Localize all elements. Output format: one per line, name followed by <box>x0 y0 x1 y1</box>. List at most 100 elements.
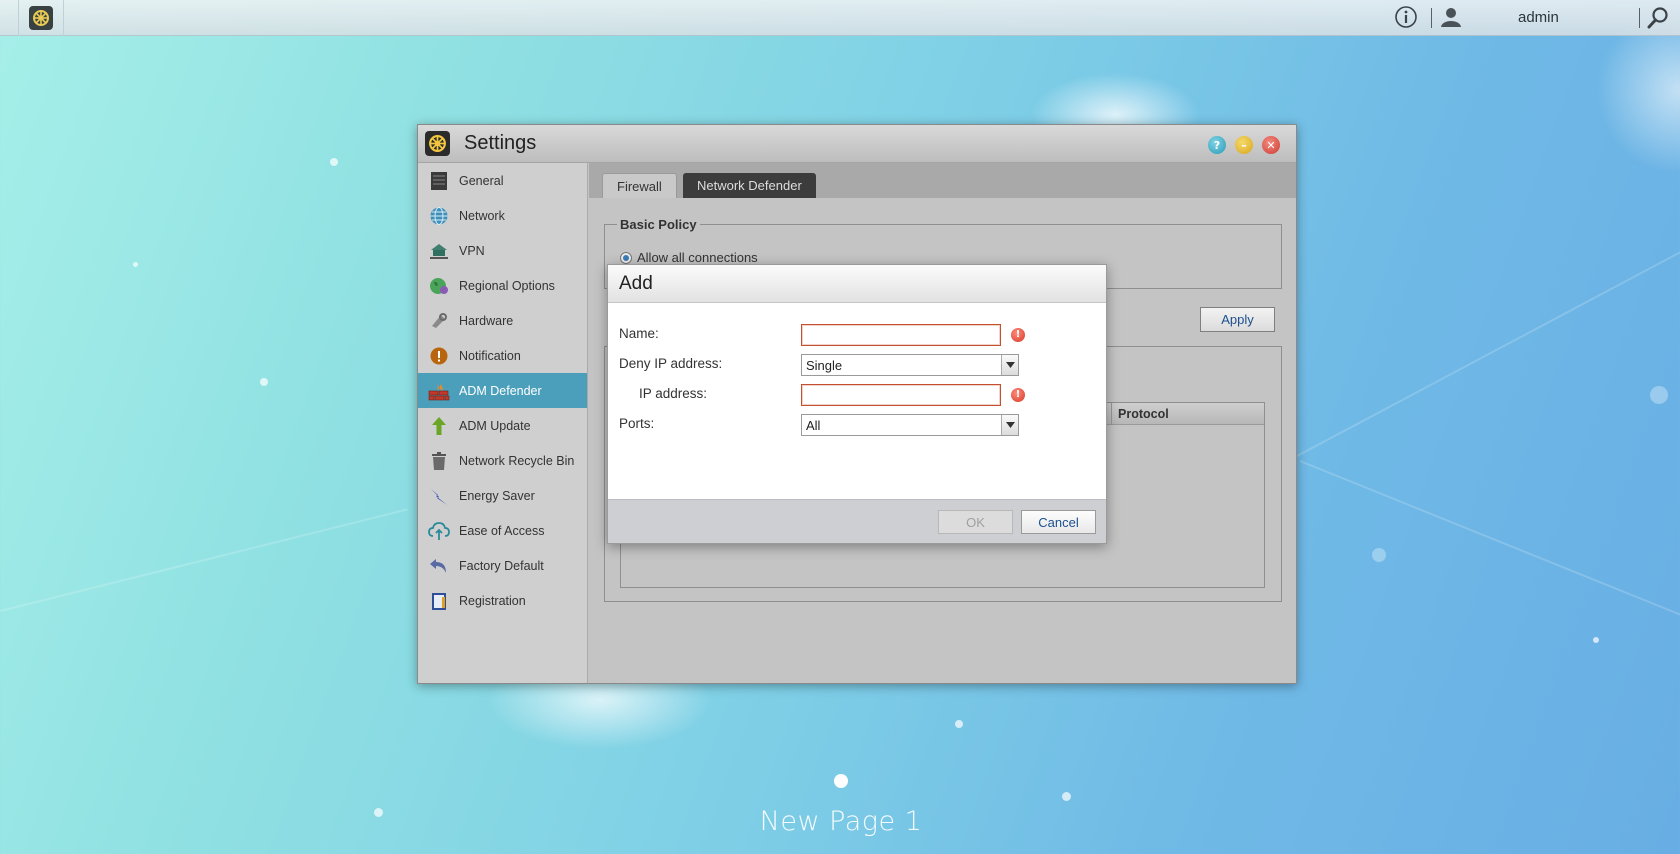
background-sparkle <box>955 720 963 728</box>
allow-all-label: Allow all connections <box>637 250 758 265</box>
sidebar-item-notification[interactable]: Notification <box>418 338 587 373</box>
ports-select[interactable]: All <box>801 414 1019 436</box>
sidebar-item-general[interactable]: General <box>418 163 587 198</box>
cancel-button[interactable]: Cancel <box>1021 510 1096 534</box>
sidebar-item-label: ADM Defender <box>459 383 542 398</box>
sidebar-item-label: General <box>459 173 504 188</box>
sidebar-item-label: Network Recycle Bin <box>459 453 575 468</box>
sidebar-item-label: Regional Options <box>459 278 555 293</box>
sidebar-item-adm-defender[interactable]: ADM Defender <box>418 373 587 408</box>
topbar-divider <box>1431 8 1432 28</box>
name-error-icon: ! <box>1011 328 1025 342</box>
tab-firewall[interactable]: Firewall <box>602 173 677 198</box>
sidebar-item-label: Hardware <box>459 313 514 328</box>
vpn-icon <box>428 240 450 262</box>
add-dialog: Add Name: ! Deny IP address: Single IP a… <box>607 264 1107 544</box>
sidebar-item-label: ADM Update <box>459 418 531 433</box>
user-icon[interactable] <box>1440 6 1462 32</box>
settings-app-icon <box>29 6 53 30</box>
sidebar-item-label: Network <box>459 208 505 223</box>
globe-icon <box>428 205 450 227</box>
sidebar-item-factory-default[interactable]: Factory Default <box>418 548 587 583</box>
sidebar-item-label: Factory Default <box>459 558 544 573</box>
lightning-icon <box>428 485 450 507</box>
page-label: New Page 1 <box>759 806 923 837</box>
tab-bar: Firewall Network Defender <box>589 163 1296 198</box>
ip-address-label: IP address: <box>639 386 708 401</box>
ip-error-icon: ! <box>1011 388 1025 402</box>
update-arrow-icon <box>428 415 450 437</box>
help-button[interactable]: ? <box>1208 136 1226 154</box>
sidebar-item-hardware[interactable]: Hardware <box>418 303 587 338</box>
topbar-divider <box>1639 8 1640 28</box>
user-name[interactable]: admin <box>1518 9 1559 26</box>
sidebar-item-network[interactable]: Network <box>418 198 587 233</box>
sidebar-item-label: Ease of Access <box>459 523 545 538</box>
background-sparkle <box>374 808 383 817</box>
deny-ip-value: Single <box>806 358 843 373</box>
ports-label: Ports: <box>619 416 655 431</box>
background-sparkle <box>330 158 338 166</box>
search-icon[interactable] <box>1646 6 1670 34</box>
undo-arrow-icon <box>428 555 450 577</box>
tab-network-defender[interactable]: Network Defender <box>683 173 816 198</box>
background-streak <box>1299 460 1680 657</box>
deny-ip-label: Deny IP address: <box>619 356 723 371</box>
radio-selected-dot <box>623 254 629 261</box>
sidebar-item-energy-saver[interactable]: Energy Saver <box>418 478 587 513</box>
regional-globe-icon <box>428 275 450 297</box>
ports-value: All <box>806 418 821 433</box>
sidebar-item-network-recycle-bin[interactable]: Network Recycle Bin <box>418 443 587 478</box>
question-icon: ? <box>1213 138 1221 152</box>
chevron-down-icon[interactable] <box>1001 415 1018 435</box>
dialog-titlebar[interactable]: Add <box>608 265 1106 303</box>
general-icon <box>428 170 450 192</box>
background-sparkle <box>260 378 268 386</box>
settings-app-icon <box>425 131 450 156</box>
basic-policy-legend: Basic Policy <box>620 217 697 232</box>
firewall-icon <box>428 380 450 402</box>
window-titlebar[interactable]: Settings ? – ✕ <box>418 125 1296 163</box>
apply-button[interactable]: Apply <box>1200 307 1275 332</box>
background-sparkle <box>133 262 138 267</box>
column-header-protocol[interactable]: Protocol <box>1111 403 1264 425</box>
window-title: Settings <box>464 132 537 154</box>
sidebar-item-label: Notification <box>459 348 521 363</box>
ip-address-input[interactable] <box>801 384 1001 406</box>
dialog-footer: OK Cancel <box>608 499 1106 543</box>
allow-all-radio[interactable] <box>620 251 632 264</box>
sidebar-item-label: Registration <box>459 593 526 608</box>
notification-icon <box>428 345 450 367</box>
sidebar-item-adm-update[interactable]: ADM Update <box>418 408 587 443</box>
minus-icon: – <box>1241 138 1247 152</box>
close-button[interactable]: ✕ <box>1262 136 1280 154</box>
info-icon[interactable] <box>1394 5 1418 33</box>
chevron-down-icon[interactable] <box>1001 355 1018 375</box>
hardware-icon <box>428 310 450 332</box>
sidebar-item-registration[interactable]: Registration <box>418 583 587 618</box>
background-sparkle <box>1593 637 1599 643</box>
ok-button[interactable]: OK <box>938 510 1013 534</box>
background-sparkle <box>1650 386 1668 404</box>
cloud-upload-icon <box>428 520 450 542</box>
top-bar: admin <box>0 0 1680 36</box>
background-sparkle <box>1372 548 1386 562</box>
sidebar-item-vpn[interactable]: VPN <box>418 233 587 268</box>
dialog-title: Add <box>619 273 653 294</box>
sidebar-item-label: VPN <box>459 243 485 258</box>
background-streak <box>1249 235 1680 482</box>
page-indicator-dot[interactable] <box>834 774 848 788</box>
sidebar-item-regional-options[interactable]: Regional Options <box>418 268 587 303</box>
name-input[interactable] <box>801 324 1001 346</box>
name-label: Name: <box>619 326 659 341</box>
allow-all-option[interactable]: Allow all connections <box>620 250 758 265</box>
close-icon: ✕ <box>1266 138 1276 152</box>
trash-icon <box>428 450 450 472</box>
deny-ip-select[interactable]: Single <box>801 354 1019 376</box>
background-streak <box>0 508 408 612</box>
clipboard-icon <box>428 590 450 612</box>
home-button[interactable] <box>18 0 64 36</box>
sidebar-item-ease-of-access[interactable]: Ease of Access <box>418 513 587 548</box>
minimize-button[interactable]: – <box>1235 136 1253 154</box>
settings-sidebar: General Network VPN Regional Options Har… <box>418 163 588 683</box>
